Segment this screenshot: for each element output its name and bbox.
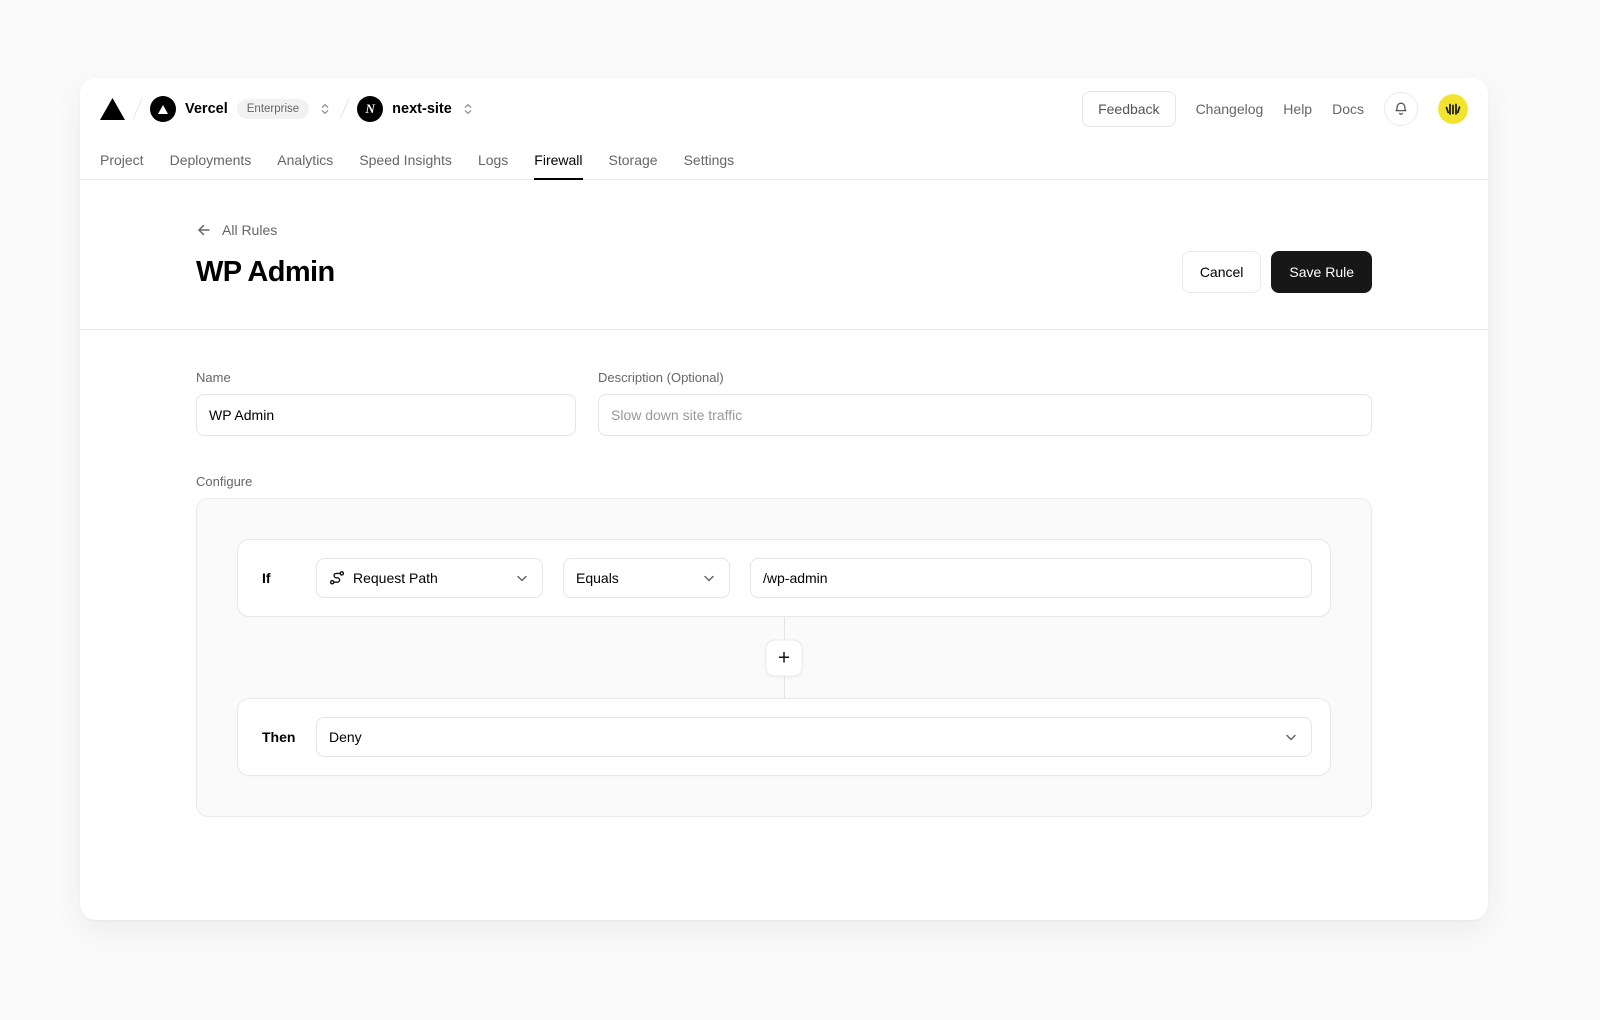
user-avatar[interactable] — [1438, 94, 1468, 124]
tab-deployments[interactable]: Deployments — [170, 140, 252, 179]
changelog-link[interactable]: Changelog — [1196, 101, 1264, 117]
if-label: If — [256, 570, 296, 586]
page-title: WP Admin — [196, 256, 335, 289]
description-label: Description (Optional) — [598, 370, 1372, 385]
condition-value-input[interactable] — [750, 558, 1312, 598]
add-condition-button[interactable]: + — [766, 639, 803, 676]
nextjs-logo-icon: N — [357, 96, 383, 122]
dashboard-card: Vercel Enterprise N next-site Feedback C… — [80, 78, 1488, 920]
configure-label: Configure — [196, 474, 1372, 489]
top-bar: Vercel Enterprise N next-site Feedback C… — [80, 78, 1488, 140]
docs-link[interactable]: Docs — [1332, 101, 1364, 117]
feedback-button[interactable]: Feedback — [1082, 91, 1175, 127]
project-switcher[interactable]: N next-site — [357, 96, 475, 122]
chevron-down-icon — [514, 570, 530, 586]
action-value: Deny — [329, 729, 362, 745]
back-link-label: All Rules — [222, 222, 277, 238]
save-rule-button[interactable]: Save Rule — [1271, 251, 1372, 293]
back-arrow-icon — [196, 222, 212, 238]
notifications-button[interactable] — [1384, 92, 1418, 126]
condition-connector: + — [237, 617, 1331, 698]
top-actions: Feedback Changelog Help Docs — [1082, 91, 1468, 127]
chevrons-updown-icon — [461, 102, 475, 116]
condition-card: If Request Path — [237, 539, 1331, 617]
rule-form: Name Description (Optional) Configure If — [80, 330, 1488, 863]
name-label: Name — [196, 370, 576, 385]
tab-analytics[interactable]: Analytics — [277, 140, 333, 179]
vercel-logo-icon[interactable] — [100, 98, 125, 120]
chevron-down-icon — [1283, 729, 1299, 745]
condition-operator-value: Equals — [576, 570, 619, 586]
project-name: next-site — [392, 101, 452, 117]
action-card: Then Deny — [237, 698, 1331, 776]
team-name: Vercel — [185, 101, 228, 117]
plus-icon: + — [778, 647, 790, 668]
page-header: All Rules WP Admin Cancel Save Rule — [80, 180, 1488, 330]
team-switcher[interactable]: Vercel Enterprise — [150, 96, 332, 122]
breadcrumb-separator — [340, 99, 350, 120]
tab-project[interactable]: Project — [100, 140, 144, 179]
breadcrumb-separator — [133, 99, 143, 120]
rule-builder: If Request Path — [196, 498, 1372, 817]
tab-storage[interactable]: Storage — [609, 140, 658, 179]
condition-operator-select[interactable]: Equals — [563, 558, 730, 598]
tab-firewall[interactable]: Firewall — [534, 140, 582, 179]
description-input[interactable] — [598, 394, 1372, 436]
all-rules-back-link[interactable]: All Rules — [196, 222, 277, 238]
action-select[interactable]: Deny — [316, 717, 1312, 757]
breadcrumb: Vercel Enterprise N next-site — [100, 96, 475, 122]
then-label: Then — [256, 729, 296, 745]
chevron-down-icon — [701, 570, 717, 586]
condition-field-select[interactable]: Request Path — [316, 558, 543, 598]
team-avatar — [150, 96, 176, 122]
cancel-button[interactable]: Cancel — [1182, 251, 1262, 293]
plan-badge: Enterprise — [237, 99, 309, 119]
tab-logs[interactable]: Logs — [478, 140, 508, 179]
route-icon — [329, 570, 345, 586]
chevrons-updown-icon — [318, 102, 332, 116]
help-link[interactable]: Help — [1283, 101, 1312, 117]
project-nav-tabs: Project Deployments Analytics Speed Insi… — [80, 140, 1488, 180]
tab-speed-insights[interactable]: Speed Insights — [359, 140, 452, 179]
bell-icon — [1393, 101, 1409, 117]
condition-field-value: Request Path — [353, 570, 438, 586]
name-input[interactable] — [196, 394, 576, 436]
tab-settings[interactable]: Settings — [684, 140, 735, 179]
